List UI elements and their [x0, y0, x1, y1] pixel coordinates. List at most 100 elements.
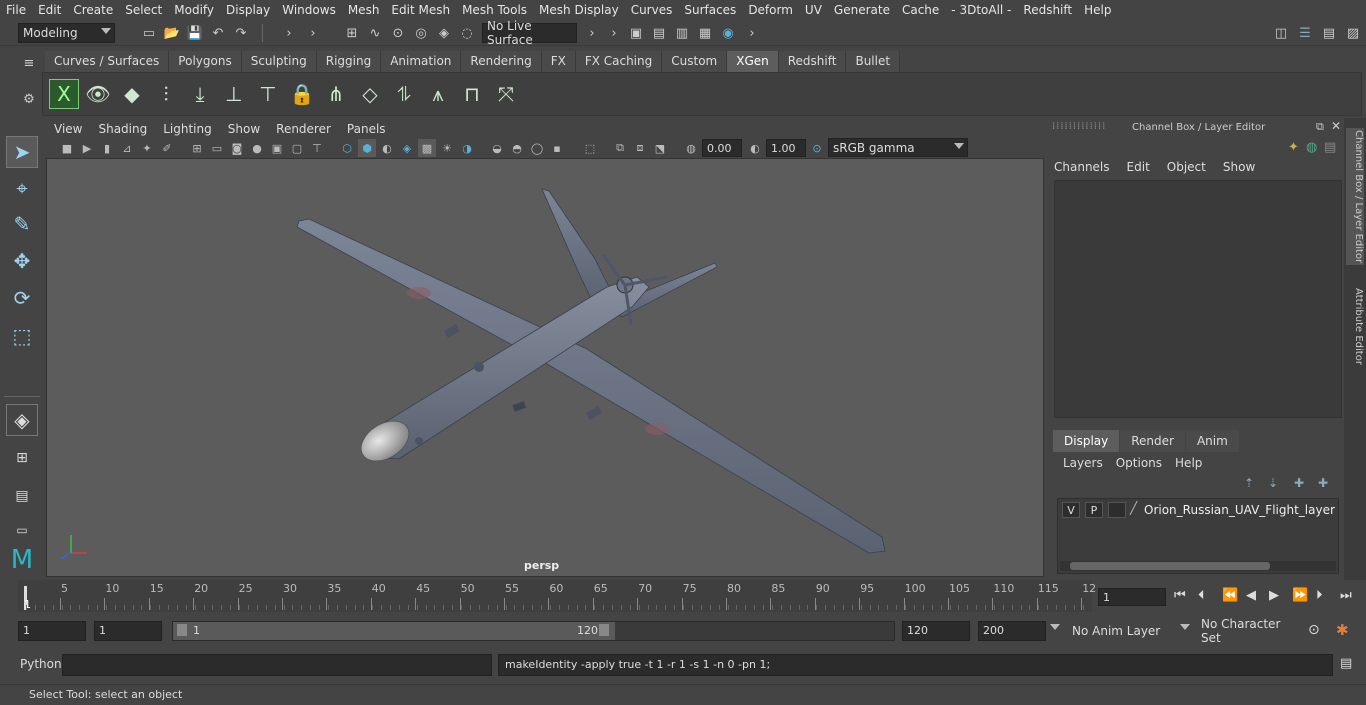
close-icon[interactable]: ✕ [1331, 119, 1341, 133]
scene-start-field[interactable]: 1 [18, 621, 86, 641]
layer-menu-help[interactable]: Help [1175, 456, 1202, 470]
ipr-icon[interactable]: ▥ [673, 24, 691, 42]
save-scene-icon[interactable]: 💾 [186, 24, 204, 42]
xgen-preview-icon[interactable]: 👁 [83, 79, 113, 109]
script-editor-icon[interactable]: ▤ [1340, 656, 1352, 671]
layout-two-icon[interactable]: ▤ [6, 480, 38, 512]
scrollbar-thumb[interactable] [1070, 562, 1270, 570]
gate-mask-icon[interactable]: ● [248, 139, 266, 157]
select-tool-icon[interactable]: ➤ [6, 136, 38, 168]
2d-pan-icon[interactable]: ✦ [138, 139, 156, 157]
xray-active-icon[interactable]: ⬔ [651, 139, 669, 157]
tab-attribute-editor[interactable]: Attribute Editor [1346, 288, 1364, 365]
shelf-tab-redshift[interactable]: Redshift [778, 51, 847, 72]
chevron-down-icon[interactable] [1180, 624, 1190, 630]
channel-menu-show[interactable]: Show [1223, 160, 1255, 174]
shelf-tab-curves-surfaces[interactable]: Curves / Surfaces [45, 51, 170, 72]
panel-menu-lighting[interactable]: Lighting [155, 122, 220, 136]
layer-scrollbar[interactable] [1060, 561, 1336, 571]
shelf-tab-rigging[interactable]: Rigging [316, 51, 382, 72]
panel-menu-panels[interactable]: Panels [339, 122, 394, 136]
gamma-icon[interactable]: ◐ [746, 139, 764, 157]
outliner-icon[interactable]: ▭ [6, 514, 38, 546]
range-slider-handle[interactable]: 1 120 [173, 622, 615, 640]
channel-menu-object[interactable]: Object [1167, 160, 1206, 174]
snap-surface-icon[interactable]: ◈ [435, 24, 453, 42]
lasso-tool-icon[interactable]: ⌖ [6, 172, 38, 204]
shelf-tab-bullet[interactable]: Bullet [846, 51, 901, 72]
isolate-select-icon[interactable]: ⬚ [581, 139, 599, 157]
color-space-dropdown[interactable]: sRGB gamma [828, 138, 968, 157]
viewport-persp[interactable]: persp [46, 158, 1044, 577]
move-layer-up-icon[interactable]: ⇡ [1244, 476, 1254, 490]
attribute-icon[interactable]: ▤ [1324, 140, 1336, 155]
anim-layer-dropdown[interactable]: No Anim Layer [1068, 621, 1168, 641]
grid-icon[interactable]: ⊞ [188, 139, 206, 157]
move-tool-icon[interactable]: ✥ [6, 245, 38, 277]
float-icon[interactable]: ⧉ [1316, 120, 1324, 134]
xgen-flatten-icon[interactable]: ⊓ [457, 79, 487, 109]
shelf-tab-polygons[interactable]: Polygons [169, 51, 242, 72]
channel-box-area[interactable] [1054, 180, 1342, 418]
menu-deform[interactable]: Deform [742, 3, 799, 17]
auto-key-icon[interactable]: ⊙ [1308, 622, 1320, 638]
shelf-tab-custom[interactable]: Custom [662, 51, 728, 72]
anti-alias-icon[interactable]: ◯ [528, 139, 546, 157]
menu-uv[interactable]: UV [799, 3, 828, 17]
step-forward-key-icon[interactable]: ⏩ [1292, 588, 1308, 603]
wireframe-icon[interactable]: ⬡ [338, 139, 356, 157]
shelf-tab-animation[interactable]: Animation [381, 51, 462, 72]
motion-blur-icon[interactable]: ◓ [508, 139, 526, 157]
menu-display[interactable]: Display [220, 3, 276, 17]
drag-handle-icon[interactable]: ⁞⁞⁞⁞⁞⁞⁞⁞⁞⁞⁞⁞⁞ [1052, 121, 1106, 132]
range-slider-track[interactable]: 1 120 [172, 621, 895, 641]
menu-help[interactable]: Help [1078, 3, 1117, 17]
xgen-layers-icon[interactable]: ◇ [355, 79, 385, 109]
shelf-tab-fx[interactable]: FX [541, 51, 576, 72]
menu-redshift[interactable]: Redshift [1017, 3, 1078, 17]
channel-box-icon[interactable]: ▨ [1344, 24, 1362, 42]
shelf-tab-sculpting[interactable]: Sculpting [241, 51, 317, 72]
play-backward-icon[interactable]: ◀ [1246, 588, 1256, 603]
play-forward-icon[interactable]: ▶ [1269, 588, 1279, 603]
xgen-delete-icon[interactable]: ⤧ [491, 79, 521, 109]
camera-attr-icon[interactable]: ▶ [78, 139, 96, 157]
exposure-field[interactable]: 0.00 [702, 139, 742, 157]
color-management-icon[interactable]: ⊙ [808, 139, 826, 157]
xray-joints-icon[interactable]: ⧈ [631, 139, 649, 157]
playback-end-field[interactable]: 120 [902, 621, 970, 641]
current-frame-field[interactable]: 1 [1098, 588, 1166, 606]
menu-edit[interactable]: Edit [32, 3, 67, 17]
depth-of-field-icon[interactable]: ▪ [548, 139, 566, 157]
script-language-label[interactable]: Python [20, 657, 62, 671]
collapse-icon[interactable]: › [304, 24, 322, 42]
layout-single-icon[interactable]: ◈ [6, 404, 38, 436]
snap-live-icon[interactable]: ◌ [458, 24, 476, 42]
new-scene-icon[interactable]: ▭ [140, 24, 158, 42]
safe-action-icon[interactable]: ▢ [288, 139, 306, 157]
menu-edit-mesh[interactable]: Edit Mesh [385, 3, 456, 17]
xgen-lock-icon[interactable]: 🔒 [287, 79, 317, 109]
layer-editor-icon[interactable]: ◍ [1306, 140, 1317, 155]
channel-box-icon[interactable]: ✦ [1288, 140, 1299, 155]
camera-icon[interactable]: ■ [58, 139, 76, 157]
move-layer-down-icon[interactable]: ⇣ [1268, 476, 1278, 490]
paint-select-icon[interactable]: ✎ [6, 208, 38, 240]
range-end-grip[interactable] [599, 624, 609, 636]
layout-four-icon[interactable]: ⊞ [6, 442, 38, 474]
xray-icon[interactable]: ⧉ [611, 139, 629, 157]
collapse-icon[interactable]: › [743, 24, 761, 42]
xgen-sculpt-icon[interactable]: ⋔ [321, 79, 351, 109]
panel-menu-shading[interactable]: Shading [90, 122, 155, 136]
gamma-field[interactable]: 1.00 [766, 139, 806, 157]
channel-menu-channels[interactable]: Channels [1054, 160, 1110, 174]
exposure-icon[interactable]: ◍ [682, 139, 700, 157]
menu-mesh-display[interactable]: Mesh Display [533, 3, 625, 17]
new-layer-selected-icon[interactable]: ✚ [1318, 476, 1328, 490]
step-back-key-icon[interactable]: ⏪ [1222, 588, 1238, 603]
lights-icon[interactable]: ☀ [438, 139, 456, 157]
hypershade-icon[interactable]: ◉ [719, 24, 737, 42]
shelf-menu-icon[interactable]: ≡ [20, 54, 38, 72]
menu-cache[interactable]: Cache [896, 3, 945, 17]
render-icon[interactable]: ▤ [650, 24, 668, 42]
